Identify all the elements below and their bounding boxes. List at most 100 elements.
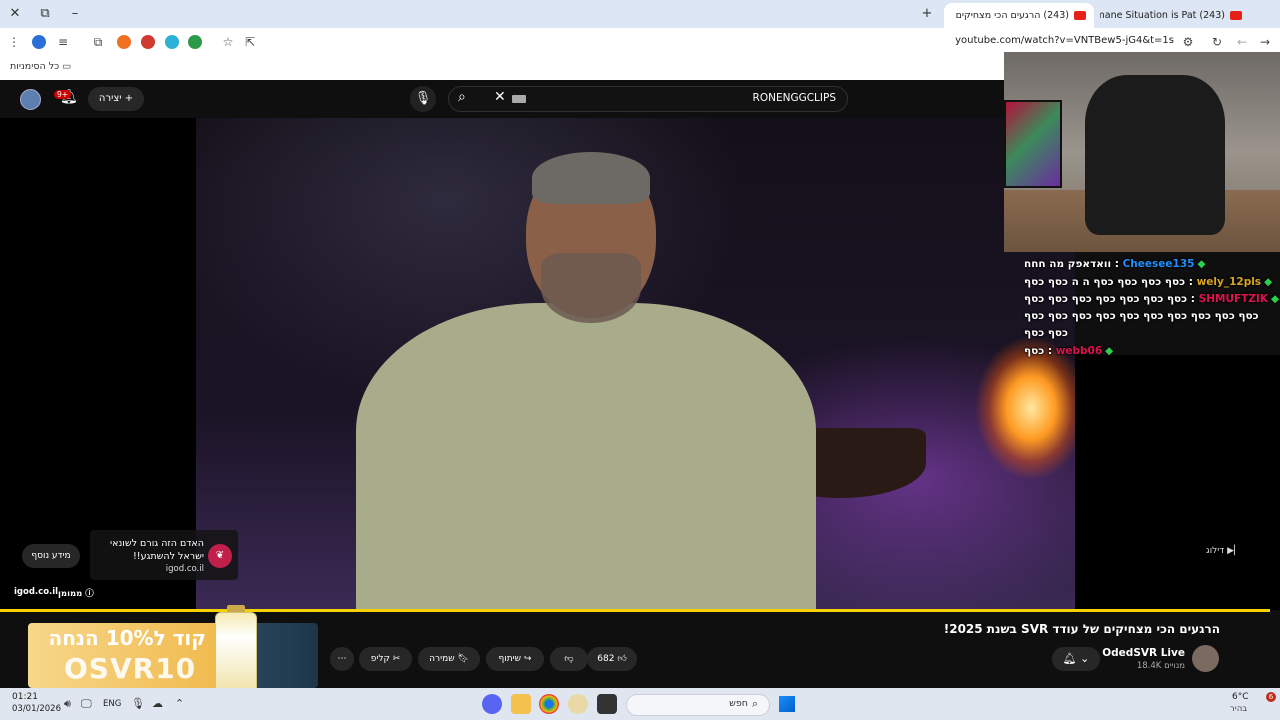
bookmarks-bar bbox=[0, 56, 1004, 80]
clear-search-icon[interactable]: ✕ bbox=[494, 89, 506, 105]
taskbar-search-label: חפש bbox=[729, 698, 748, 709]
create-button[interactable]: יצירה + bbox=[88, 87, 144, 111]
person-hair bbox=[532, 152, 650, 204]
task-view-icon[interactable] bbox=[597, 694, 617, 714]
avatar[interactable] bbox=[20, 89, 41, 110]
subscriber-count: 18.4K מנויים bbox=[1136, 661, 1185, 671]
all-bookmarks-label: כל הסימניות bbox=[10, 61, 60, 72]
site-settings-icon[interactable]: ⚙ bbox=[1180, 34, 1196, 50]
video-frame[interactable] bbox=[196, 118, 1075, 610]
share-label: שיתוף bbox=[498, 654, 522, 664]
language-indicator[interactable]: ENG bbox=[103, 699, 121, 709]
subscription-bell-button[interactable]: 🔔︎ ⌄ bbox=[1052, 647, 1100, 671]
extension-teal-icon[interactable] bbox=[165, 35, 179, 49]
moderator-badge-icon: ◆ bbox=[1264, 276, 1273, 288]
back-icon[interactable]: → bbox=[1257, 34, 1273, 50]
close-window-icon[interactable]: ✕ bbox=[4, 4, 26, 24]
bell-icon: 🔔︎ bbox=[1062, 652, 1077, 665]
discord-app-icon[interactable] bbox=[482, 694, 502, 714]
youtube-favicon-icon bbox=[1074, 11, 1086, 20]
person-body bbox=[356, 303, 816, 610]
player-letterbox-right bbox=[1075, 355, 1280, 610]
file-explorer-icon[interactable] bbox=[511, 694, 531, 714]
restore-window-icon[interactable]: ⧉ bbox=[34, 4, 56, 24]
forward-icon[interactable]: ← bbox=[1234, 34, 1250, 50]
save-button[interactable]: שמירה 🔖︎ bbox=[418, 647, 480, 671]
sponsored-text: ממומן bbox=[58, 589, 83, 599]
moderator-badge-icon: ◆ bbox=[1105, 345, 1114, 357]
skip-icon: ▶▏ bbox=[1227, 546, 1241, 556]
moderator-badge-icon: ◆ bbox=[1197, 258, 1206, 270]
chrome-app-icon[interactable] bbox=[539, 694, 559, 714]
install-app-icon[interactable]: ⇱ bbox=[242, 34, 258, 50]
chat-message: ◆wely_12pls : כסף כסף כסף כסף ה ה כסף כס… bbox=[1024, 276, 1273, 288]
more-info-button[interactable]: מידע נוסף bbox=[22, 544, 80, 568]
extension-green-icon[interactable] bbox=[188, 35, 202, 49]
more-actions-button[interactable]: ⋯ bbox=[330, 647, 354, 671]
thumbs-down-icon: 👎︎ bbox=[564, 654, 574, 664]
like-button[interactable]: 682 👍︎ bbox=[587, 647, 637, 671]
chat-text: כסף כסף כסף כסף ה ה כסף כסף bbox=[1024, 276, 1186, 288]
cloud-off-icon[interactable]: ☁ bbox=[152, 697, 163, 710]
address-bar[interactable]: youtube.com/watch?v=VNTBew5-jG4&t=1s bbox=[955, 35, 1174, 46]
folder-icon: ▭ bbox=[62, 61, 72, 72]
network-icon[interactable]: 🖵 bbox=[81, 697, 92, 711]
app-icon[interactable] bbox=[568, 694, 588, 714]
thumbs-up-icon: 👍︎ bbox=[617, 654, 627, 664]
chat-text: וואדאפק מה חחח bbox=[1024, 258, 1112, 270]
share-button[interactable]: שיתוף ↪ bbox=[486, 647, 544, 671]
wall-poster bbox=[1004, 100, 1062, 188]
minimize-window-icon[interactable]: – bbox=[64, 4, 86, 24]
extension-orange-icon[interactable] bbox=[117, 35, 131, 49]
search-value: RONENGGCLIPS bbox=[752, 92, 836, 104]
create-label: יצירה bbox=[98, 93, 122, 104]
sponsored-label: ממומן ⓘ bbox=[58, 587, 94, 599]
ad-headline[interactable]: האדם הזה גורם לשונאי ישראל להשתגע!! bbox=[92, 537, 204, 563]
ad-domain: igod.co.il bbox=[165, 564, 204, 574]
chevron-up-icon[interactable]: ⌃ bbox=[175, 697, 184, 710]
tab-title: (243) Pokimane Situation is Pat bbox=[1100, 10, 1225, 21]
youtube-favicon-icon bbox=[1230, 11, 1242, 20]
clip-label: קליפ bbox=[370, 654, 390, 664]
skip-ad-button[interactable]: דילוג ▶▏ bbox=[1206, 546, 1241, 556]
profile-avatar-icon[interactable] bbox=[32, 35, 46, 49]
video-title: הרגעים הכי מצחיקים של עודד SVR בשנת 2025… bbox=[943, 622, 1220, 636]
chat-text: כסף bbox=[1024, 345, 1045, 357]
clock-time[interactable]: 01:21 bbox=[12, 692, 38, 702]
extensions-icon[interactable]: ⧉ bbox=[90, 34, 106, 50]
clip-button[interactable]: קליפ ✂ bbox=[359, 647, 412, 671]
volume-icon[interactable]: 🔊︎ bbox=[64, 697, 71, 711]
chat-username: webb06 bbox=[1055, 345, 1103, 357]
clock-date[interactable]: 03/01/2026 bbox=[12, 704, 61, 714]
chat-username: Cheesee135 bbox=[1122, 258, 1195, 270]
tab-active[interactable]: (243) הרגעים הכי מצחיקים bbox=[944, 3, 1094, 28]
microphone-icon[interactable]: 🎙︎ bbox=[131, 697, 145, 710]
extension-red-icon[interactable] bbox=[141, 35, 155, 49]
perfume-bottle-image bbox=[215, 612, 257, 694]
keyboard-icon[interactable] bbox=[512, 95, 526, 103]
notification-badge[interactable]: 6 bbox=[1266, 692, 1276, 702]
windows-start-icon[interactable] bbox=[779, 696, 795, 712]
new-tab-button[interactable]: + bbox=[916, 4, 938, 24]
all-bookmarks-folder[interactable]: כל הסימניות ▭ bbox=[10, 61, 71, 72]
ad-url-link[interactable]: igod.co.il bbox=[14, 587, 58, 597]
info-icon[interactable]: ⓘ bbox=[85, 589, 94, 599]
dislike-button[interactable]: 👎︎ bbox=[550, 647, 588, 671]
reload-icon[interactable]: ↻ bbox=[1209, 34, 1225, 50]
notification-count-badge: 9+ bbox=[54, 90, 72, 99]
chat-username: wely_12pls bbox=[1196, 276, 1262, 288]
tab-inactive[interactable]: (243) Pokimane Situation is Pat bbox=[1100, 3, 1250, 28]
channel-avatar[interactable] bbox=[1192, 645, 1219, 672]
search-icon: ⌕ bbox=[752, 697, 759, 710]
media-queue-icon[interactable]: ≡ bbox=[55, 34, 71, 50]
menu-dots-icon[interactable]: ⋮ bbox=[6, 34, 22, 50]
advertiser-logo-icon[interactable]: ❦ bbox=[208, 544, 232, 568]
stream-chat: ◆Cheesee135 : וואדאפק מה חחח ◆wely_12pls… bbox=[1024, 255, 1280, 360]
voice-search-icon[interactable]: 🎙︎ bbox=[410, 86, 436, 112]
bookmark-star-icon[interactable]: ☆ bbox=[220, 34, 236, 50]
search-icon[interactable]: ⌕ bbox=[458, 89, 466, 105]
chat-username: SHMUFTZIK bbox=[1198, 293, 1268, 305]
weather-temperature[interactable]: 6°C bbox=[1232, 692, 1249, 702]
share-icon: ↪ bbox=[523, 654, 532, 664]
chat-message: ◆SHMUFTZIK : כסף כסף כסף כסף כסף כסף כסף… bbox=[1024, 293, 1280, 339]
